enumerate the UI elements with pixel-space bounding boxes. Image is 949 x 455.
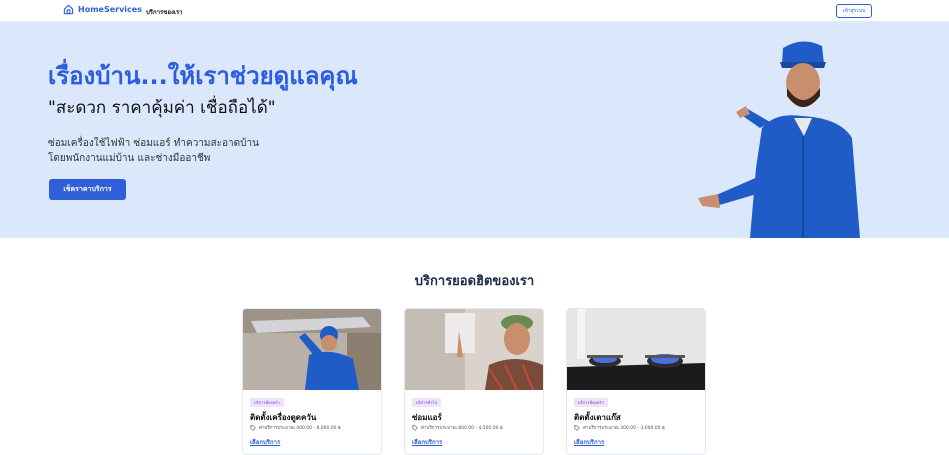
select-service-link[interactable]: เลือกบริการ [574,437,604,447]
login-button[interactable]: เข้าสู่ระบบ [836,4,872,18]
check-price-button[interactable]: เช็คราคาบริการ [49,179,126,200]
range-hood-photo [243,309,381,390]
aircon-repair-photo [405,309,543,390]
service-price: ค่าบริการประมาณ 800.00 - 4,500.00 ฿ [412,424,503,431]
select-service-link[interactable]: เลือกบริการ [412,437,442,447]
top-navbar: HomeServices บริการของเรา เข้าสู่ระบบ [0,0,949,22]
service-card-aircon[interactable]: บริการทั่วไป ซ่อมแอร์ ค่าบริการประมาณ 80… [404,308,544,455]
gas-stove-photo [567,309,705,390]
price-tag-icon [574,424,580,431]
select-service-link[interactable]: เลือกบริการ [250,437,280,447]
home-icon [63,4,74,15]
service-name: ติดตั้งเตาแก๊ส [574,413,621,422]
price-tag-icon [250,424,256,431]
brand-name: HomeServices [78,5,142,14]
service-category-badge: บริการห้องครัว [250,398,284,407]
hero-banner: เรื่องบ้าน...ให้เราช่วยดูแลคุณ "สะดวก รา… [0,22,949,238]
popular-services-title: บริการยอดฮิตของเรา [414,274,535,289]
service-price-text: ค่าบริการประมาณ 800.00 - 4,500.00 ฿ [421,426,503,431]
hero-tagline: "สะดวก ราคาคุ้มค่า เชื่อถือได้" [48,98,276,118]
service-price-text: ค่าบริการประมาณ 300.00 - 3,000.00 ฿ [583,426,665,431]
service-name: ติดตั้งเครื่องดูดควัน [250,413,317,422]
service-category-badge: บริการห้องครัว [574,398,608,407]
technician-illustration [698,41,860,238]
service-name: ซ่อมแอร์ [412,413,442,422]
brand-logo[interactable]: HomeServices [63,4,142,15]
service-price: ค่าบริการประมาณ 300.00 - 3,000.00 ฿ [574,424,665,431]
service-price: ค่าบริการประมาณ 400.00 - 8,000.00 ฿ [250,424,341,431]
price-tag-icon [412,424,418,431]
hero-headline: เรื่องบ้าน...ให้เราช่วยดูแลคุณ [48,62,358,90]
hero-description-line-2: โดยพนักงานแม่บ้าน และช่างมืออาชีพ [48,153,211,164]
service-price-text: ค่าบริการประมาณ 400.00 - 8,000.00 ฿ [259,426,341,431]
hero-description-line-1: ซ่อมเครื่องใช้ไฟฟ้า ซ่อมแอร์ ทำความสะอาด… [48,138,259,149]
service-card-range-hood[interactable]: บริการห้องครัว ติดตั้งเครื่องดูดควัน ค่า… [242,308,382,455]
service-category-badge: บริการทั่วไป [412,398,441,407]
hero-description: ซ่อมเครื่องใช้ไฟฟ้า ซ่อมแอร์ ทำความสะอาด… [48,136,259,166]
service-card-gas-stove[interactable]: บริการห้องครัว ติดตั้งเตาแก๊ส ค่าบริการป… [566,308,706,455]
nav-link-services[interactable]: บริการของเรา [146,7,183,17]
